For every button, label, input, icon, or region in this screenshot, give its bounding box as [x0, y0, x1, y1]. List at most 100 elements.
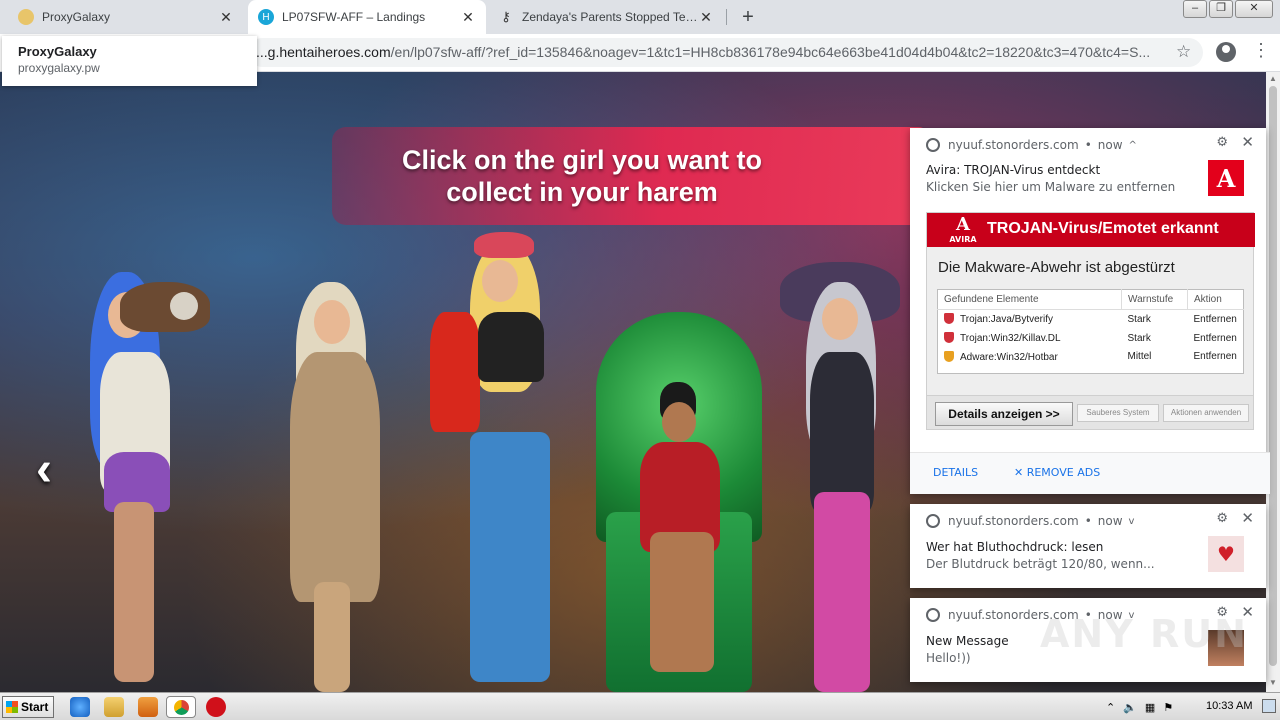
chrome-icon [926, 138, 940, 152]
tab-landings[interactable]: H LP07SFW-AFF – Landings ✕ [248, 0, 486, 34]
notification-source: nyuuf.stonorders.com [948, 514, 1079, 528]
start-button[interactable]: Start [2, 696, 54, 718]
alert-heading: TROJAN-Virus/Emotet erkannt [987, 220, 1219, 237]
address-bar[interactable]: ...g.hentaiheroes.com/en/lp07sfw-aff/?re… [248, 38, 1203, 67]
eagle-companion [120, 272, 210, 362]
avira-alert-image[interactable]: A AVIRA TROJAN-Virus/Emotet erkannt Die … [926, 212, 1255, 430]
hover-card-title: ProxyGalaxy [18, 44, 97, 59]
shield-icon [944, 332, 954, 343]
tab-zendaya[interactable]: ⚷ Zendaya's Parents Stopped Telling H ✕ [488, 0, 724, 34]
tab-title: LP07SFW-AFF – Landings [282, 10, 426, 24]
maximize-button[interactable]: ❐ [1209, 0, 1233, 18]
notification-avira[interactable]: nyuuf.stonorders.com • now ^ ⚙ ✕ Avira: … [910, 128, 1270, 494]
ie-icon[interactable] [70, 697, 90, 717]
character-blonde-robe[interactable] [280, 282, 390, 692]
gear-icon[interactable]: ⚙ [1216, 135, 1228, 150]
kebab-menu-icon[interactable]: ⋮ [1252, 40, 1270, 61]
new-tab-button[interactable]: + [736, 5, 760, 29]
notification-header: nyuuf.stonorders.com • now v [926, 514, 1134, 528]
notification-source: nyuuf.stonorders.com [948, 138, 1079, 152]
close-icon[interactable]: ✕ [1241, 133, 1254, 151]
chrome-icon [926, 514, 940, 528]
scroll-up-icon[interactable]: ▲ [1269, 74, 1277, 83]
table-row: Adware:Win32/Hotbar Mittel Entfernen [938, 348, 1244, 374]
scroll-thumb[interactable] [1269, 86, 1277, 666]
notification-blood-pressure[interactable]: nyuuf.stonorders.com • now v ⚙ ✕ Wer hat… [910, 504, 1266, 588]
chrome-icon [926, 608, 940, 622]
collapse-caret-icon[interactable]: ^ [1129, 140, 1137, 151]
tab-proxygalaxy[interactable]: ProxyGalaxy ✕ [8, 0, 244, 34]
chrome-taskbar-button[interactable] [166, 696, 196, 718]
avira-logo-icon: A [1208, 160, 1244, 196]
tab-title: Zendaya's Parents Stopped Telling H [522, 10, 698, 24]
shield-icon [944, 313, 954, 325]
alert-subheading: Die Makware-Abwehr ist abgestürzt [938, 259, 1175, 276]
table-row: Trojan:Java/Bytverify Stark Entfernen [938, 310, 1244, 329]
close-icon[interactable]: ✕ [1241, 509, 1254, 527]
notification-title: Avira: TROJAN-Virus entdeckt [926, 163, 1101, 177]
scroll-down-icon[interactable]: ▼ [1269, 678, 1277, 687]
profile-icon[interactable] [1216, 42, 1236, 62]
anyrun-watermark: ANY RUN [1040, 612, 1248, 656]
headline-text: Click on the girl you want to collect in… [401, 145, 763, 207]
system-tray: ⌃ 🔈 ▦ ⚑ [1106, 697, 1181, 717]
threat-table: Gefundene Elemente Warnstufe Aktion Troj… [937, 289, 1244, 374]
chrome-icon [174, 700, 189, 715]
windows-logo-icon [6, 701, 18, 713]
folder-icon[interactable] [104, 697, 124, 717]
tray-expand-icon[interactable]: ⌃ [1106, 701, 1115, 714]
tab-separator [726, 9, 727, 25]
character-masked-throne[interactable] [620, 382, 740, 682]
notification-time: now [1097, 514, 1123, 528]
tab-title: ProxyGalaxy [42, 10, 111, 24]
tab-hover-card: ProxyGalaxy proxygalaxy.pw [2, 36, 257, 86]
previous-arrow-icon[interactable]: ‹ [36, 442, 52, 497]
gear-icon[interactable]: ⚙ [1216, 511, 1228, 526]
details-button[interactable]: DETAILS [933, 466, 978, 479]
details-show-button[interactable]: Details anzeigen >> [935, 402, 1073, 426]
page-scrollbar[interactable]: ▲ ▼ [1266, 72, 1280, 692]
tab-close-icon[interactable]: ✕ [698, 9, 714, 26]
stop-icon[interactable] [206, 697, 226, 717]
character-mechanic[interactable] [430, 232, 570, 692]
minimize-button[interactable]: – [1183, 0, 1207, 18]
tab-close-icon[interactable]: ✕ [460, 9, 476, 26]
remove-ads-button[interactable]: ✕ REMOVE ADS [1014, 466, 1100, 479]
hover-card-domain: proxygalaxy.pw [18, 61, 100, 75]
close-window-button[interactable]: ✕ [1235, 0, 1273, 18]
headline-banner: Click on the girl you want to collect in… [332, 127, 932, 225]
threat-table-header: Gefundene Elemente Warnstufe Aktion [937, 289, 1244, 310]
screen: ProxyGalaxy ✕ H LP07SFW-AFF – Landings ✕… [0, 0, 1280, 720]
flag-icon[interactable]: ⚑ [1163, 701, 1173, 714]
tab-strip: ProxyGalaxy ✕ H LP07SFW-AFF – Landings ✕… [0, 0, 1280, 34]
show-desktop-button[interactable] [1262, 699, 1276, 713]
heart-icon: ♥ [1208, 536, 1244, 572]
notification-time: now [1097, 138, 1123, 152]
proxygalaxy-favicon-icon [18, 9, 34, 25]
bookmark-star-icon[interactable]: ☆ [1176, 42, 1191, 62]
key-favicon-icon: ⚷ [501, 9, 511, 24]
network-icon[interactable]: ▦ [1145, 701, 1155, 714]
taskbar: Start ⌃ 🔈 ▦ ⚑ 10:33 AM [0, 692, 1280, 720]
notification-message: Hello!)) [926, 651, 971, 665]
alert-header: A AVIRA TROJAN-Virus/Emotet erkannt [927, 213, 1255, 247]
clock[interactable]: 10:33 AM [1206, 700, 1252, 712]
expand-caret-icon[interactable]: v [1129, 516, 1135, 527]
notification-header: nyuuf.stonorders.com • now ^ [926, 138, 1137, 152]
avira-brand-logo: A AVIRA [949, 214, 977, 245]
shield-icon [944, 350, 954, 362]
character-succubus[interactable] [770, 262, 910, 692]
notification-title: New Message [926, 634, 1009, 648]
notification-message: Der Blutdruck beträgt 120/80, wenn... [926, 557, 1155, 571]
alert-button-bar: Details anzeigen >> Sauberes System Akti… [927, 395, 1253, 429]
table-row: Trojan:Win32/Killav.DL Stark Entfernen [938, 329, 1244, 348]
apply-actions-button[interactable]: Aktionen anwenden [1163, 404, 1249, 422]
notification-title: Wer hat Bluthochdruck: lesen [926, 540, 1104, 554]
media-player-icon[interactable] [138, 697, 158, 717]
speaker-icon[interactable]: 🔈 [1123, 701, 1137, 714]
tab-close-icon[interactable]: ✕ [218, 9, 234, 26]
notification-message: Klicken Sie hier um Malware zu entfernen [926, 180, 1176, 194]
clean-system-button[interactable]: Sauberes System [1077, 404, 1159, 422]
landing-favicon-icon: H [258, 9, 274, 25]
url-path: /en/lp07sfw-aff/?ref_id=135846&noagev=1&… [390, 44, 1151, 60]
